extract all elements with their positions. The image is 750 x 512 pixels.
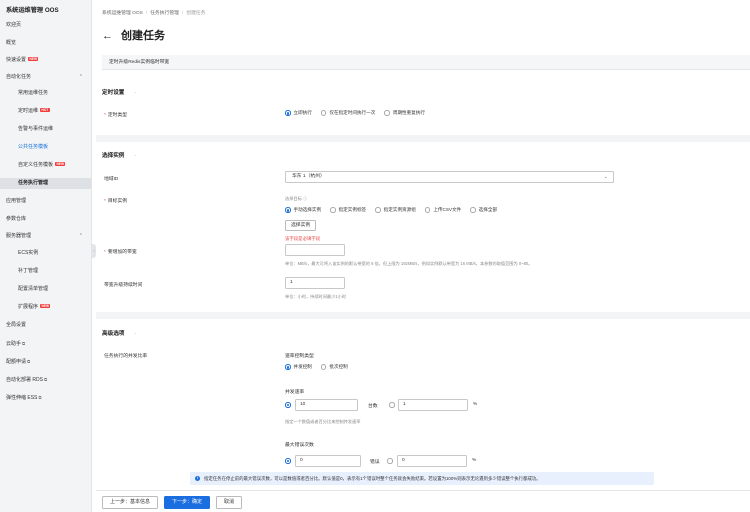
radio-by-tag[interactable]: 指定实例标签 [330,207,366,213]
breadcrumb: 系统运维管理 OOS / 任务执行管理 / 创建任务 [102,11,206,16]
page-title: ← 创建任务 [102,30,165,42]
help-icon[interactable]: ⓘ [303,196,307,201]
section-title-advanced: 高级选项 - [102,331,137,337]
sidebar-item-ess[interactable]: 弹性伸缩 ESS⧉ [0,392,91,403]
percent-sign: % [472,458,477,463]
sidebar-item-inventory[interactable]: 配置清单管理 [0,284,91,295]
sidebar-item-welcome[interactable]: 欢迎页 [0,20,91,31]
max-errors-percent-input[interactable]: 0 [397,455,467,467]
concurrency-percent-input[interactable]: 1 [398,399,468,411]
sidebar-item-global-settings[interactable]: 全局设置 [0,320,91,331]
sidebar-item-public-templates[interactable]: 公共任务模板 [0,142,91,153]
concurrency-count-input[interactable]: 10 [295,399,358,411]
sidebar-item-cloud-assistant[interactable]: 云助手⧉ [0,338,91,349]
breadcrumb-item-task-execution[interactable]: 任务执行管理 [150,11,179,16]
breadcrumb-item-oos[interactable]: 系统运维管理 OOS [102,11,143,16]
bandwidth-label: * 要增加的带宽 [104,250,137,255]
back-arrow-icon[interactable]: ← [102,30,113,42]
chevron-down-icon: ⌄ [603,174,608,180]
chevron-up-icon: ⌃ [78,233,83,239]
radio-max-errors-count[interactable] [285,458,294,464]
hot-badge: HOT [40,108,50,112]
section-title-schedule: 定时设置 - [102,90,137,96]
section-title-instances: 选择实例 - [102,153,137,159]
sidebar-item-alert-ops[interactable]: 告警与事件运维 [0,124,91,135]
target-radio-group: 手动选择实例 指定实例标签 指定实例资源组 上传CSV文件 选择全部 [285,207,506,213]
max-errors-info: i 指定任务在停止前的最大错误次数，可以是数值或者百分比。默认值是0，表示有1个错… [190,472,654,485]
radio-concurrency-control[interactable]: 并发控制 [285,364,312,370]
sidebar-item-scheduled-ops[interactable]: 定时运维 HOT [0,106,91,117]
required-error: 该字段是必填字段 [285,236,321,241]
chevron-up-icon: ⌃ [78,74,83,80]
target-hint: 选择目标 ⓘ [285,196,308,201]
sidebar-group-server-management[interactable]: 服务器管理 ⌃ [0,231,91,242]
concurrency-rate-label: 并发速率 [285,390,305,395]
sidebar-group-automation[interactable]: 自动化任务 ⌃ [0,72,91,83]
radio-max-errors-percent[interactable] [387,458,396,464]
bandwidth-input[interactable] [285,244,345,256]
breadcrumb-item-current: 创建任务 [186,11,206,16]
new-badge: NEW [28,57,39,61]
radio-batch-control[interactable]: 批次控制 [320,364,348,370]
region-label: 地域ID [104,177,119,182]
concurrency-hint: 指定一个数值或者百分比来控制并发速率 [285,419,361,424]
sidebar-item-task-execution[interactable]: 任务执行管理 [0,178,91,189]
external-link-icon: ⧉ [27,359,31,364]
external-link-icon: ⧉ [22,341,26,346]
external-link-icon: ⧉ [43,377,48,382]
concurrency-label: 任务执行的并发比率 [104,354,148,359]
new-badge: NEW [55,162,66,166]
radio-manual-select[interactable]: 手动选择实例 [285,207,321,213]
info-icon: i [195,476,200,481]
duration-input[interactable]: 1 [285,277,345,289]
sidebar-item-quota[interactable]: 配额申请⧉ [0,356,91,367]
section-divider [96,312,750,319]
template-name-bar: 定时升级Redis实例临时带宽 [102,55,750,70]
external-link-icon: ⧉ [38,395,42,400]
radio-select-all[interactable]: 选择全部 [470,207,497,213]
sidebar-item-overview[interactable]: 概览 [0,38,91,49]
sidebar-item-parameter-store[interactable]: 参数仓库 [0,214,91,225]
concurrency-unit: 台数 [368,404,378,409]
sidebar-item-extensions[interactable]: 扩展程序 NEW [0,302,91,313]
sidebar-item-patch[interactable]: 补丁管理 [0,266,91,277]
radio-periodic[interactable]: 周期性重复执行 [384,110,425,116]
sidebar-item-rds-deploy[interactable]: 自动化部署 RDS⧉ [0,374,91,385]
sidebar-title: 系统运维管理 OOS [6,7,59,14]
percent-sign: % [473,402,478,407]
rate-type-label: 速率控制类型 [285,354,314,359]
region-select[interactable]: 华东 1（杭州） ⌄ [285,171,614,183]
prev-step-button[interactable]: 上一步：基本信息 [102,496,159,509]
radio-concurrency-count[interactable] [285,402,294,408]
schedule-type-label: * 定时类型 [104,113,128,118]
radio-immediate[interactable]: 立即执行 [285,110,312,116]
main-content: 系统运维管理 OOS / 任务执行管理 / 创建任务 ← 创建任务 定时升级Redis实例… [96,0,750,512]
max-errors-label: 最大错误次数 [285,443,314,448]
select-instances-button[interactable]: 选择实例 [285,220,317,231]
footer-actions: 上一步：基本信息 下一步：确定 取消 [96,490,750,512]
max-errors-count-input[interactable]: 0 [295,455,361,467]
sidebar-item-quick-setup[interactable]: 快速设置 NEW [0,55,91,66]
duration-hint: 单位：小时，持续时间最少1小时 [285,294,346,299]
sidebar: 系统运维管理 OOS 欢迎页 概览 快速设置 NEW 自动化任务 ⌃ 常用运维任务 … [0,0,92,512]
radio-upload-csv[interactable]: 上传CSV文件 [424,207,461,213]
cancel-button[interactable]: 取消 [216,496,243,509]
rate-type-radio-group: 并发控制 批次控制 [285,364,357,370]
chevron-left-icon: ‹ [93,248,95,253]
radio-concurrency-percent[interactable] [389,402,398,408]
new-badge: NEW [40,304,51,308]
max-errors-unit: 错误 [370,460,380,465]
duration-label: 带宽升级持续时间 [104,283,143,288]
sidebar-item-app-management[interactable]: 应用管理 [0,196,91,207]
sidebar-item-common-tasks[interactable]: 常用运维任务 [0,88,91,99]
sidebar-item-ecs[interactable]: ECS实例 [0,248,91,259]
sidebar-item-custom-templates[interactable]: 自定义任务模板 NEW [0,160,91,171]
bandwidth-hint: 单位：MB/s，最大可将入该实例的默认带宽的 6 倍，但上限为 192MB/s，… [285,261,533,266]
target-instances-label: * 目标实例 [104,199,128,204]
next-step-button[interactable]: 下一步：确定 [164,496,211,509]
radio-once[interactable]: 仅在指定时间执行一次 [320,110,375,116]
section-divider [96,135,750,142]
schedule-type-radio-group: 立即执行 仅在指定时间执行一次 周期性重复执行 [285,110,434,116]
radio-by-resource-group[interactable]: 指定实例资源组 [375,207,416,213]
